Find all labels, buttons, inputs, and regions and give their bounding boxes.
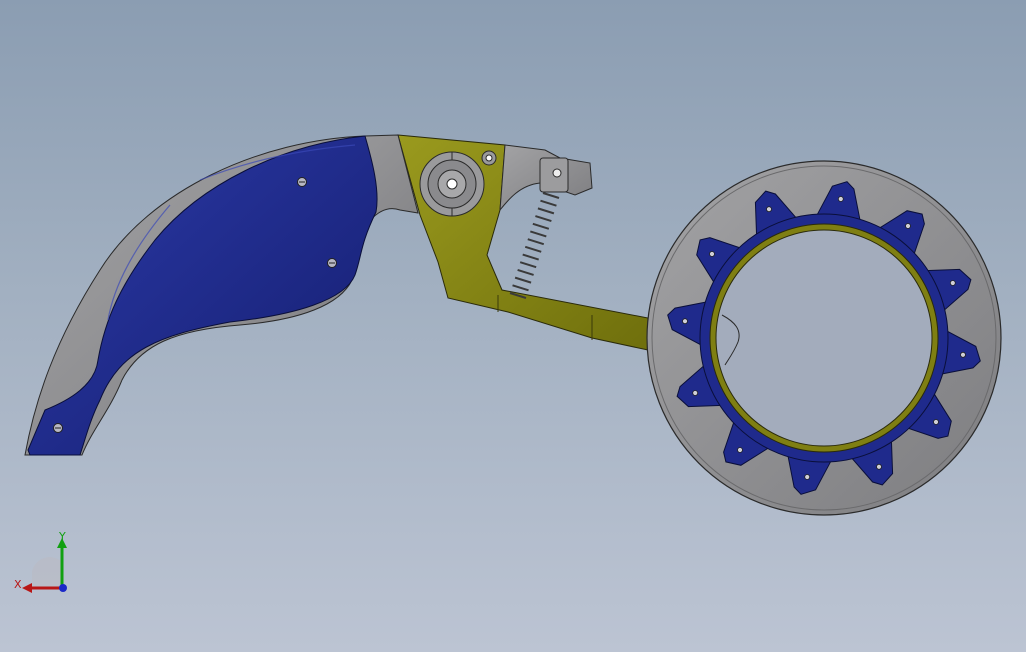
spring-coil — [540, 199, 557, 207]
spring-coil — [512, 284, 529, 292]
ring-hole — [876, 463, 882, 470]
ring-hole — [737, 447, 743, 453]
z-axis-icon — [59, 584, 67, 592]
spring-coil — [524, 245, 542, 253]
spring-coil — [514, 276, 532, 284]
cad-model[interactable] — [0, 0, 1026, 652]
spring-coil — [532, 222, 550, 230]
ring-hole — [682, 318, 688, 325]
spring-coil — [537, 207, 555, 215]
spring-coil — [530, 230, 547, 238]
spring-coil — [517, 268, 534, 276]
ring-hole — [709, 251, 715, 257]
ring-hole — [766, 206, 772, 213]
ring-hole — [933, 419, 939, 425]
ring-hole — [949, 280, 956, 286]
spring-coil — [527, 238, 545, 246]
graphics-viewport[interactable]: Y X — [0, 0, 1026, 652]
spring-coil — [535, 215, 552, 223]
ring-hole — [837, 196, 844, 202]
coordinate-triad: Y X — [14, 530, 67, 593]
ring-hole — [960, 351, 966, 358]
spring-coil — [522, 253, 539, 261]
spring-coil — [542, 192, 560, 199]
ring-hole — [905, 223, 911, 229]
ring-hole — [804, 474, 811, 480]
ring-assembly[interactable] — [646, 160, 1002, 516]
y-axis-label: Y — [58, 530, 66, 543]
x-axis-label: X — [14, 578, 22, 591]
ring-hole — [692, 390, 699, 396]
spring-coil — [519, 261, 537, 269]
